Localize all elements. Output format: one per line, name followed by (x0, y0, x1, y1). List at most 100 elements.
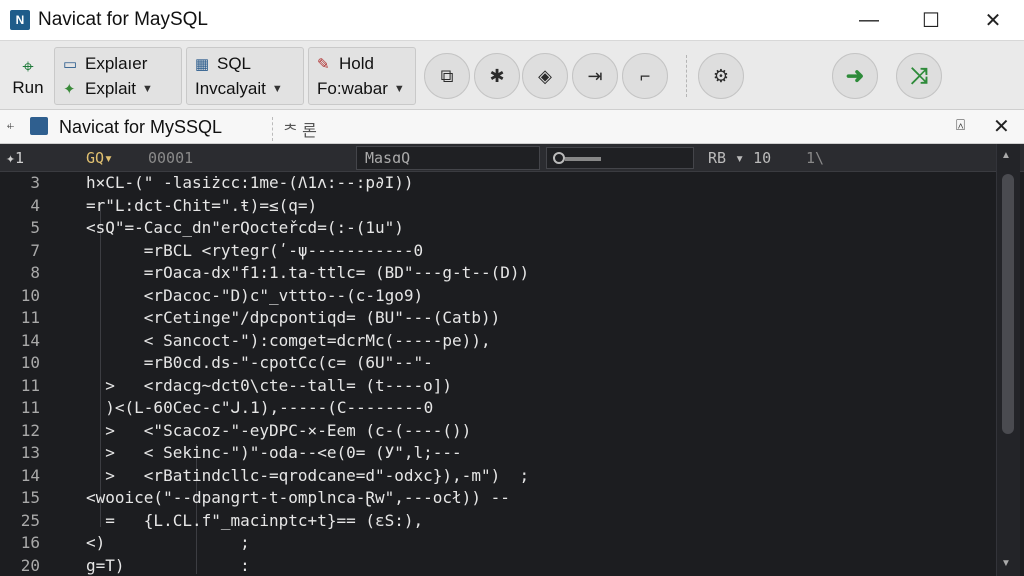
code-line[interactable]: =rBCL <rytegr(ʹ-ψ-----------0 (86, 240, 986, 263)
code-line[interactable]: g=T) : (86, 555, 986, 576)
run-label: Run (12, 78, 44, 97)
code-line[interactable]: > <rBatindcllc-=qrodcane=d"-odxc}),-m") … (86, 465, 986, 488)
code-line[interactable]: > < Sekinc-")"-oda--<e(0= (У",l;--- (86, 442, 986, 465)
zoom-slider[interactable] (546, 147, 694, 169)
close-window-button[interactable]: ✕ (970, 0, 1016, 40)
code-line[interactable]: = {L.CL.f"_macinptc+t}== (ԑS:), (86, 510, 986, 533)
database-selector[interactable]: GQ▾ (86, 149, 113, 167)
step-icon: ⇥ (587, 65, 603, 86)
layers-button[interactable]: ◈ (522, 53, 568, 99)
code-line[interactable]: =rB0cd.ds-"-cpotCc(c= (6U"--"- (86, 352, 986, 375)
explainer-icon: ▭ (63, 56, 78, 73)
code-line[interactable]: )<(L-60Cec-c"ᒍ.1),-----(C--------0 (86, 397, 986, 420)
settings-button[interactable]: ⚙ (698, 53, 744, 99)
layers-icon: ◈ (538, 65, 552, 86)
line-number: 16 (20, 533, 40, 552)
shuffle-button[interactable]: ⤨ (896, 53, 942, 99)
code-line[interactable]: h×CL-(" -lasiżcc:1me-(Ʌ1ʌ:--:p∂I)) (86, 172, 986, 195)
hold-label: Hold (339, 54, 374, 73)
slider-track (565, 157, 601, 161)
explainer-button[interactable]: ▭ Explaıer (63, 52, 147, 76)
explain-icon: ✦ (63, 81, 76, 98)
shuffle-icon: ⤨ (910, 63, 928, 88)
code-line[interactable]: =rOaca-dx"f1:1.ta-ttlc= (BD"---g-t--(D)) (86, 262, 986, 285)
debug-button[interactable]: ✱ (474, 53, 520, 99)
line-number: 11 (20, 375, 40, 395)
pin-icon[interactable]: ⍅ (6, 117, 15, 134)
run-button[interactable]: ⌖ Run (6, 49, 50, 105)
navicat-app-icon: N (10, 10, 30, 30)
forward-button[interactable]: ➜ (832, 53, 878, 99)
line-number: 20 (20, 555, 40, 575)
line-number: 10 (20, 285, 40, 305)
document-tab-extra[interactable]: ᄎ 론 (272, 117, 317, 141)
step-button[interactable]: ⇥ (572, 53, 618, 99)
line-number: 8 (30, 263, 40, 282)
code-area[interactable]: h×CL-(" -lasiżcc:1me-(Ʌ1ʌ:--:p∂I)) =r"L:d… (86, 172, 986, 576)
scrollbar-thumb[interactable] (1002, 174, 1014, 434)
indent-icon: ⌐ (639, 65, 651, 86)
line-number: 15 (20, 488, 40, 507)
chevron-down-icon: ▼ (271, 83, 283, 95)
document-tab-bar: ⍅ Navicat for MySSQL ᄎ 론 ⍓ ✕ (0, 110, 1024, 144)
hold-group: ✎ Hold Fo:wabar ▼ (308, 47, 416, 105)
forward-dropdown[interactable]: Fo:wabar ▼ (317, 77, 405, 101)
vertical-scrollbar[interactable]: ▲ ▼ (996, 144, 1020, 576)
lock-icon[interactable]: ⍓ (956, 117, 965, 134)
code-line[interactable]: <rDacoc-"D)c"_vttto--(c-1go9) (86, 285, 986, 308)
connection-field[interactable]: 00001 (148, 149, 193, 167)
sql-icon: ▦ (195, 56, 210, 73)
bug-icon: ✱ (489, 65, 505, 86)
toolbar-divider (686, 55, 687, 97)
window-title: Navicat for MaySQL (38, 9, 208, 30)
document-tab-title[interactable]: Navicat for MySSQL (59, 117, 222, 138)
line-number: 12 (20, 420, 40, 440)
line-number: 11 (20, 308, 40, 327)
code-line[interactable]: <rCetinge"/dpcpontiqd= (BU"---(Catb)) (86, 307, 986, 330)
scroll-up-icon[interactable]: ▲ (1001, 150, 1011, 161)
editor-toolbar: ✦1 GQ▾ 00001 MasɑQ RB ▾ 10 1\ (0, 144, 1024, 172)
sql-button[interactable]: ▦ SQL (195, 52, 251, 76)
forward-dropdown-label: Fo:wabar (317, 79, 388, 98)
minimize-button[interactable]: — (846, 0, 892, 40)
format-icon: ⧉ (440, 65, 454, 86)
indent-button[interactable]: ⌐ (622, 53, 668, 99)
line-number: 7 (30, 240, 40, 260)
encoding-selector[interactable]: RB ▾ 10 (708, 149, 771, 167)
title-bar: N Navicat for MaySQL — ☐ ✕ (0, 0, 1024, 40)
line-number: 13 (20, 443, 40, 462)
query-field[interactable]: MasɑQ (356, 146, 540, 170)
hold-button[interactable]: ✎ Hold (317, 52, 374, 76)
line-number: 14 (20, 330, 40, 350)
code-line[interactable]: < Sancoct-"):comget=dcrMc(-----pe)), (86, 330, 986, 353)
code-line[interactable]: > <rdacg~dct0\cte--tall= (t----o]) (86, 375, 986, 398)
code-line[interactable]: <sQ"=-Cacc_dn"erQocteřcd=(:-(1u") (86, 217, 986, 240)
forward-icon: ➜ (845, 63, 865, 88)
code-line[interactable]: > <"Scacoz-"-eyDPC-⨯-Eem (c-(----()) (86, 420, 986, 443)
scroll-down-icon[interactable]: ▼ (1001, 558, 1011, 569)
sql-dropdown[interactable]: Invcalyait ▼ (195, 77, 283, 101)
close-tab-button[interactable]: ✕ (993, 114, 1010, 139)
line-number: 11 (20, 398, 40, 417)
line-number: 3 (30, 173, 40, 192)
hold-icon: ✎ (317, 56, 330, 73)
sql-editor[interactable]: ✦1 GQ▾ 00001 MasɑQ RB ▾ 10 1\ 3 4 5 7 8 10 11 1… (0, 144, 1024, 576)
line-number: 4 (30, 195, 40, 215)
line-number: 25 (20, 510, 40, 530)
settings-icon: ⚙ (712, 65, 730, 86)
page-indicator: 1\ (806, 149, 825, 167)
slider-knob[interactable] (553, 152, 565, 164)
sql-group: ▦ SQL Invcalyait ▼ (186, 47, 304, 105)
line-number-gutter: 3 4 5 7 8 10 11 14 10 11 11 12 13 14 15 25 16 20 (0, 172, 50, 576)
line-indicator[interactable]: ✦1 (6, 149, 24, 167)
explain-label: Explait (85, 79, 137, 98)
code-line[interactable]: <wooice("--dpangrt-t-omplnca-Ɽw",---ocł)… (86, 487, 986, 510)
code-line[interactable]: =r"L:dct-Chit=".ŧ)=≤(q=) (86, 195, 986, 218)
format-button[interactable]: ⧉ (424, 53, 470, 99)
maximize-button[interactable]: ☐ (908, 0, 954, 40)
line-number: 5 (30, 218, 40, 237)
sql-dropdown-label: Invcalyait (195, 79, 266, 98)
explain-dropdown[interactable]: ✦ Explait ▼ (63, 77, 153, 101)
code-line[interactable]: <) ; (86, 532, 986, 555)
explain-group: ▭ Explaıer ✦ Explait ▼ (54, 47, 182, 105)
